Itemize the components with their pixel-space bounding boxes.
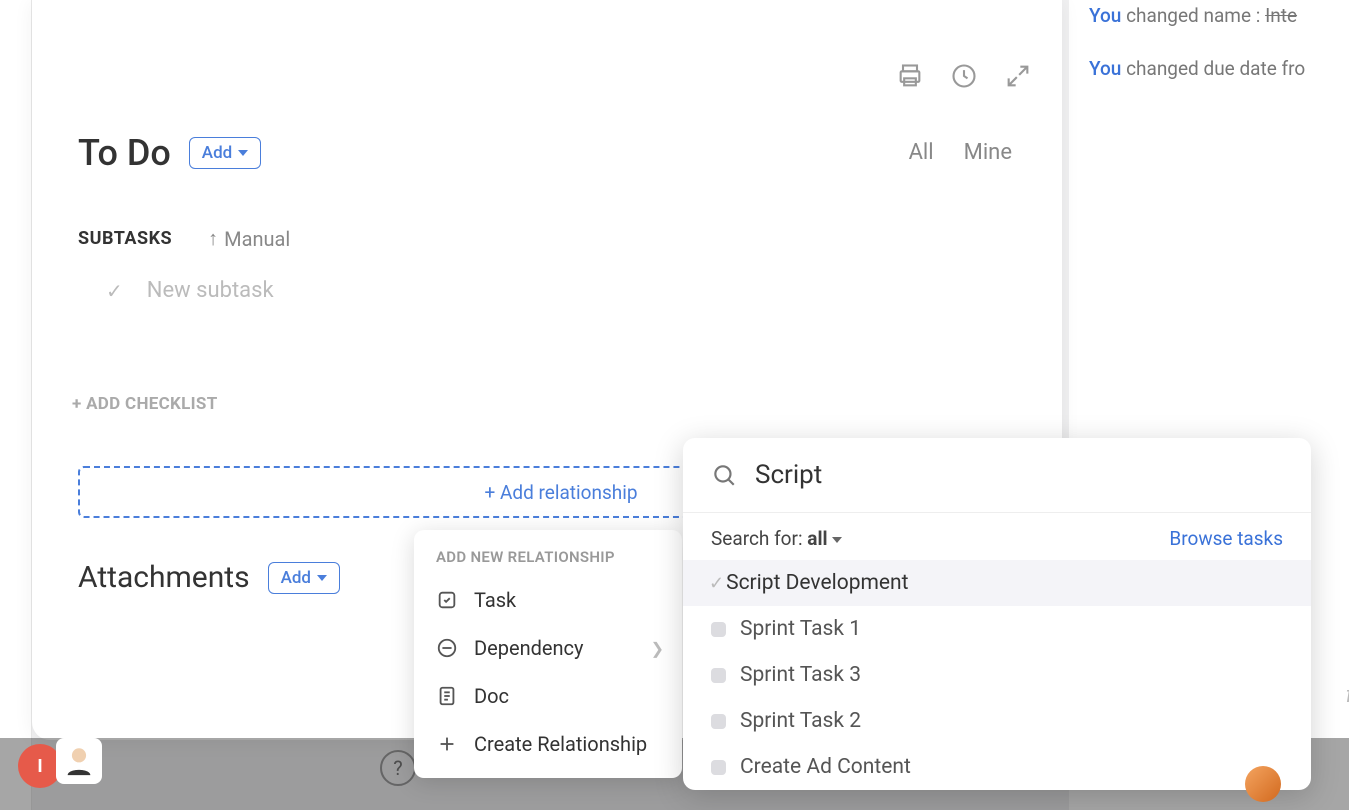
search-for-label: Search for: [711,527,807,550]
task-search-popover: Search for: all Browse tasks Script Deve… [683,438,1311,790]
search-scope[interactable]: Search for: all [711,527,842,550]
attachments-title: Attachments [78,560,250,595]
search-result-label: Script Development [726,571,908,595]
task-search-input[interactable] [755,460,1283,490]
status-square-icon [711,760,726,775]
activity-filter-tabs: All Mine [909,140,1012,165]
task-add-label: Add [202,143,232,163]
avatar-face-icon [62,744,96,778]
status-square-icon [711,714,726,729]
new-subtask-input[interactable] [147,278,547,303]
subtasks-header: SUBTASKS ↑ Manual [78,226,290,251]
rel-menu-item-task[interactable]: Task [414,576,682,624]
badge-letter: I [37,756,42,777]
sort-arrow-icon: ↑ [208,226,218,251]
relationship-menu-header: ADD NEW RELATIONSHIP [414,548,682,576]
subtasks-label: SUBTASKS [78,228,172,249]
expand-icon[interactable] [1004,62,1032,90]
dependency-icon [436,637,458,659]
chevron-right-icon: ❯ [651,639,664,658]
attachments-header: Attachments Add [78,560,340,595]
search-result[interactable]: Sprint Task 2 [683,698,1311,744]
activity-actor: You [1089,4,1121,27]
task-title-row: To Do Add [78,132,261,174]
rel-item-label: Task [474,588,516,612]
user-avatar-small[interactable] [1245,766,1281,802]
task-add-button[interactable]: Add [189,137,261,169]
status-square-icon [711,668,726,683]
search-meta-row: Search for: all Browse tasks [683,513,1311,560]
avatar[interactable] [56,738,102,784]
panel-top-actions [896,62,1032,90]
search-result-label: Sprint Task 3 [740,663,861,687]
task-title[interactable]: To Do [78,132,171,174]
new-subtask-row: ✓ [106,278,547,303]
search-icon [711,462,737,488]
rel-item-label: Dependency [474,636,583,660]
history-icon[interactable] [950,62,978,90]
truncated-text: for c [1346,683,1349,708]
add-relationship-label: + Add relationship [484,481,637,504]
search-input-row [683,438,1311,513]
search-result-label: Create Ad Content [740,755,911,779]
rel-menu-item-dependency[interactable]: Dependency ❯ [414,624,682,672]
search-result[interactable]: Create Ad Content [683,744,1311,790]
print-icon[interactable] [896,62,924,90]
status-square-icon [711,622,726,637]
left-rail-hint [0,0,32,810]
search-result[interactable]: Script Development [683,560,1311,606]
search-result[interactable]: Sprint Task 3 [683,652,1311,698]
plus-icon [436,733,458,755]
activity-entry: You changed due date fro [1089,57,1349,80]
task-icon [436,589,458,611]
activity-actor: You [1089,57,1121,80]
search-result[interactable]: Sprint Task 1 [683,606,1311,652]
activity-entry: You changed name : Inte [1089,4,1349,27]
search-result-label: Sprint Task 2 [740,709,861,733]
help-button[interactable]: ? [380,750,416,786]
search-result-label: Sprint Task 1 [740,617,861,641]
doc-icon [436,685,458,707]
rel-menu-item-doc[interactable]: Doc [414,672,682,720]
attachments-add-button[interactable]: Add [268,562,340,594]
rel-menu-item-create[interactable]: Create Relationship [414,720,682,768]
attachments-add-label: Add [281,568,311,588]
add-checklist-button[interactable]: + ADD CHECKLIST [72,394,218,414]
activity-text: changed due date fro [1121,57,1305,80]
check-icon: ✓ [106,279,123,303]
filter-mine[interactable]: Mine [964,140,1012,165]
activity-text: changed name : [1121,4,1265,27]
sort-mode-label: Manual [224,227,290,251]
question-icon: ? [393,756,402,780]
filter-all[interactable]: All [909,140,934,165]
rel-item-label: Doc [474,684,509,708]
search-scope-value: all [807,527,841,550]
browse-tasks-link[interactable]: Browse tasks [1169,527,1283,550]
subtasks-sort-button[interactable]: ↑ Manual [208,226,290,251]
rel-item-label: Create Relationship [474,732,647,756]
relationship-menu: ADD NEW RELATIONSHIP Task Dependency ❯ D… [414,530,682,778]
activity-old-value: Inte [1265,4,1297,27]
